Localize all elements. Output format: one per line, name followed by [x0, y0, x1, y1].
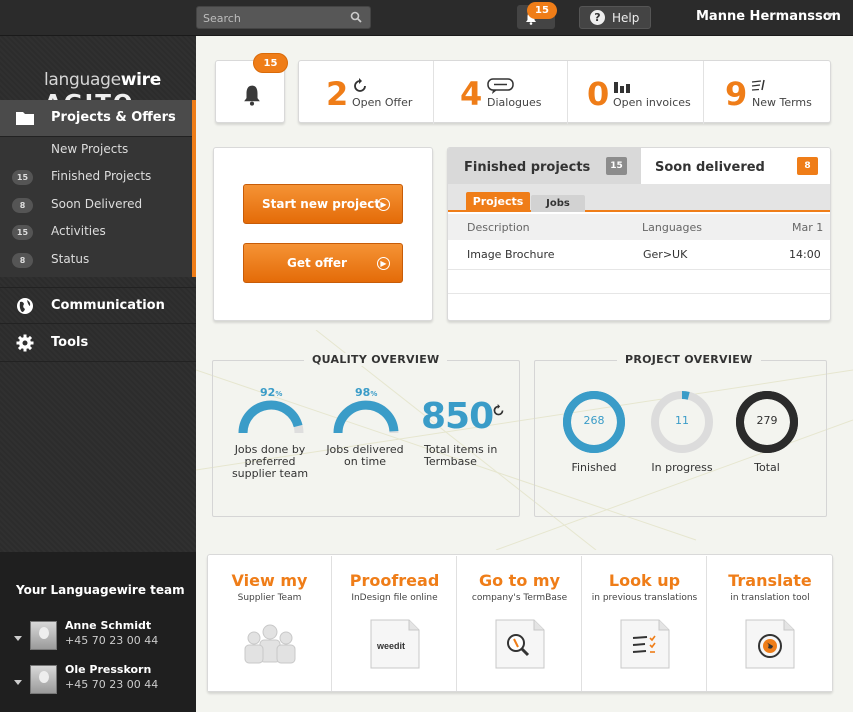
notifications-button[interactable]: 15 [517, 2, 557, 29]
team-member[interactable]: Anne Schmidt +45 70 23 00 44 [0, 619, 196, 659]
sidebar-item-status[interactable]: 8 Status [0, 247, 192, 274]
projects-panel: Finished projects 15 Soon delivered 8 Pr… [447, 147, 831, 321]
team-icon [244, 624, 295, 664]
gauge-chart [238, 400, 304, 434]
list-pen-icon [751, 79, 765, 91]
count-badge: 8 [12, 253, 33, 268]
tab-soon-delivered[interactable]: Soon delivered 8 [641, 148, 830, 184]
sidebar-item-activities[interactable]: 15 Activities [0, 219, 192, 246]
help-button[interactable]: ? Help [579, 6, 651, 29]
table-row [448, 270, 830, 294]
stats-card: 2 Open Offer 4 Dialogues 0 Open invoices… [298, 60, 831, 124]
table-header: Description Languages Mar 1 [448, 214, 830, 240]
arrow-right-icon: ▶ [377, 198, 390, 211]
get-offer-button[interactable]: Get offer ▶ [243, 243, 403, 283]
globe-icon [17, 298, 33, 314]
gauge-chart [333, 400, 399, 434]
subtab-bar: Projects Jobs [448, 184, 830, 212]
document-magnifier-icon [495, 619, 544, 669]
bell-count-badge: 15 [253, 53, 288, 73]
refresh-icon [354, 78, 366, 92]
help-icon: ? [590, 10, 605, 25]
action-translate[interactable]: Translate in translation tool [708, 556, 832, 691]
chevron-down-icon[interactable] [14, 680, 22, 685]
action-termbase[interactable]: Go to my company's TermBase [458, 556, 582, 691]
avatar [30, 621, 57, 650]
tab-finished-projects[interactable]: Finished projects 15 [448, 148, 641, 184]
quality-overview-title: QUALITY OVERVIEW [304, 353, 448, 366]
count-badge: 15 [606, 157, 627, 175]
subtab-jobs[interactable]: Jobs [531, 195, 585, 212]
action-proofread[interactable]: Proofread InDesign file online weedit [333, 556, 457, 691]
bar-chart-icon [614, 82, 630, 93]
action-look-up[interactable]: Look up in previous translations [583, 556, 707, 691]
search-input[interactable] [203, 9, 343, 27]
nav-label: Projects & Offers [51, 110, 176, 125]
search-box[interactable] [196, 6, 371, 29]
action-view-supplier-team[interactable]: View my Supplier Team [208, 556, 332, 691]
user-name[interactable]: Manne Hermansson [696, 9, 841, 24]
quality-overview-panel [212, 360, 520, 517]
arrow-right-icon: ▶ [377, 257, 390, 270]
project-overview-title: PROJECT OVERVIEW [617, 353, 761, 366]
notification-badge: 15 [527, 2, 557, 19]
team-panel: Your Languagewire team Anne Schmidt +45 … [0, 552, 196, 712]
avatar [30, 665, 57, 694]
actions-card [213, 147, 433, 321]
nav-label: Communication [51, 298, 165, 313]
start-new-project-button[interactable]: Start new project ▶ [243, 184, 403, 224]
projects-subnav: New Projects 15 Finished Projects 8 Soon… [0, 137, 196, 277]
help-label: Help [612, 11, 640, 25]
count-badge: 15 [12, 225, 33, 240]
top-bar: 15 ? Help Manne Hermansson [0, 0, 853, 36]
speech-bubble-icon [487, 78, 514, 94]
table-row[interactable]: Image Brochure Ger>UK 14:00 [448, 240, 830, 270]
folder-icon [16, 112, 34, 125]
count-badge: 8 [12, 198, 33, 213]
nav-communication[interactable]: Communication [0, 287, 196, 324]
team-title: Your Languagewire team [16, 583, 185, 597]
document-globe-icon [745, 619, 795, 669]
document-weedit-icon: weedit [370, 619, 419, 669]
gear-icon [16, 334, 34, 352]
nav-tools[interactable]: Tools [0, 325, 196, 362]
logo: languagewire [44, 70, 161, 90]
sidebar-item-finished-projects[interactable]: 15 Finished Projects [0, 164, 192, 191]
bell-icon [244, 85, 260, 106]
refresh-icon[interactable] [492, 404, 505, 417]
nav-projects-offers[interactable]: Projects & Offers [0, 100, 196, 137]
sidebar-item-new-projects[interactable]: New Projects [0, 137, 192, 164]
team-member[interactable]: Ole Presskorn +45 70 23 00 44 [0, 663, 196, 703]
search-icon[interactable] [350, 11, 362, 23]
count-badge: 15 [12, 170, 33, 185]
subtab-projects[interactable]: Projects [466, 192, 530, 212]
nav-label: Tools [51, 335, 89, 350]
chevron-down-icon[interactable] [14, 636, 22, 641]
svg-text:weedit: weedit [376, 641, 405, 651]
chevron-down-icon[interactable] [826, 13, 834, 18]
sidebar-item-soon-delivered[interactable]: 8 Soon Delivered [0, 192, 192, 219]
count-badge: 8 [797, 157, 818, 175]
document-checklist-icon [620, 619, 669, 669]
